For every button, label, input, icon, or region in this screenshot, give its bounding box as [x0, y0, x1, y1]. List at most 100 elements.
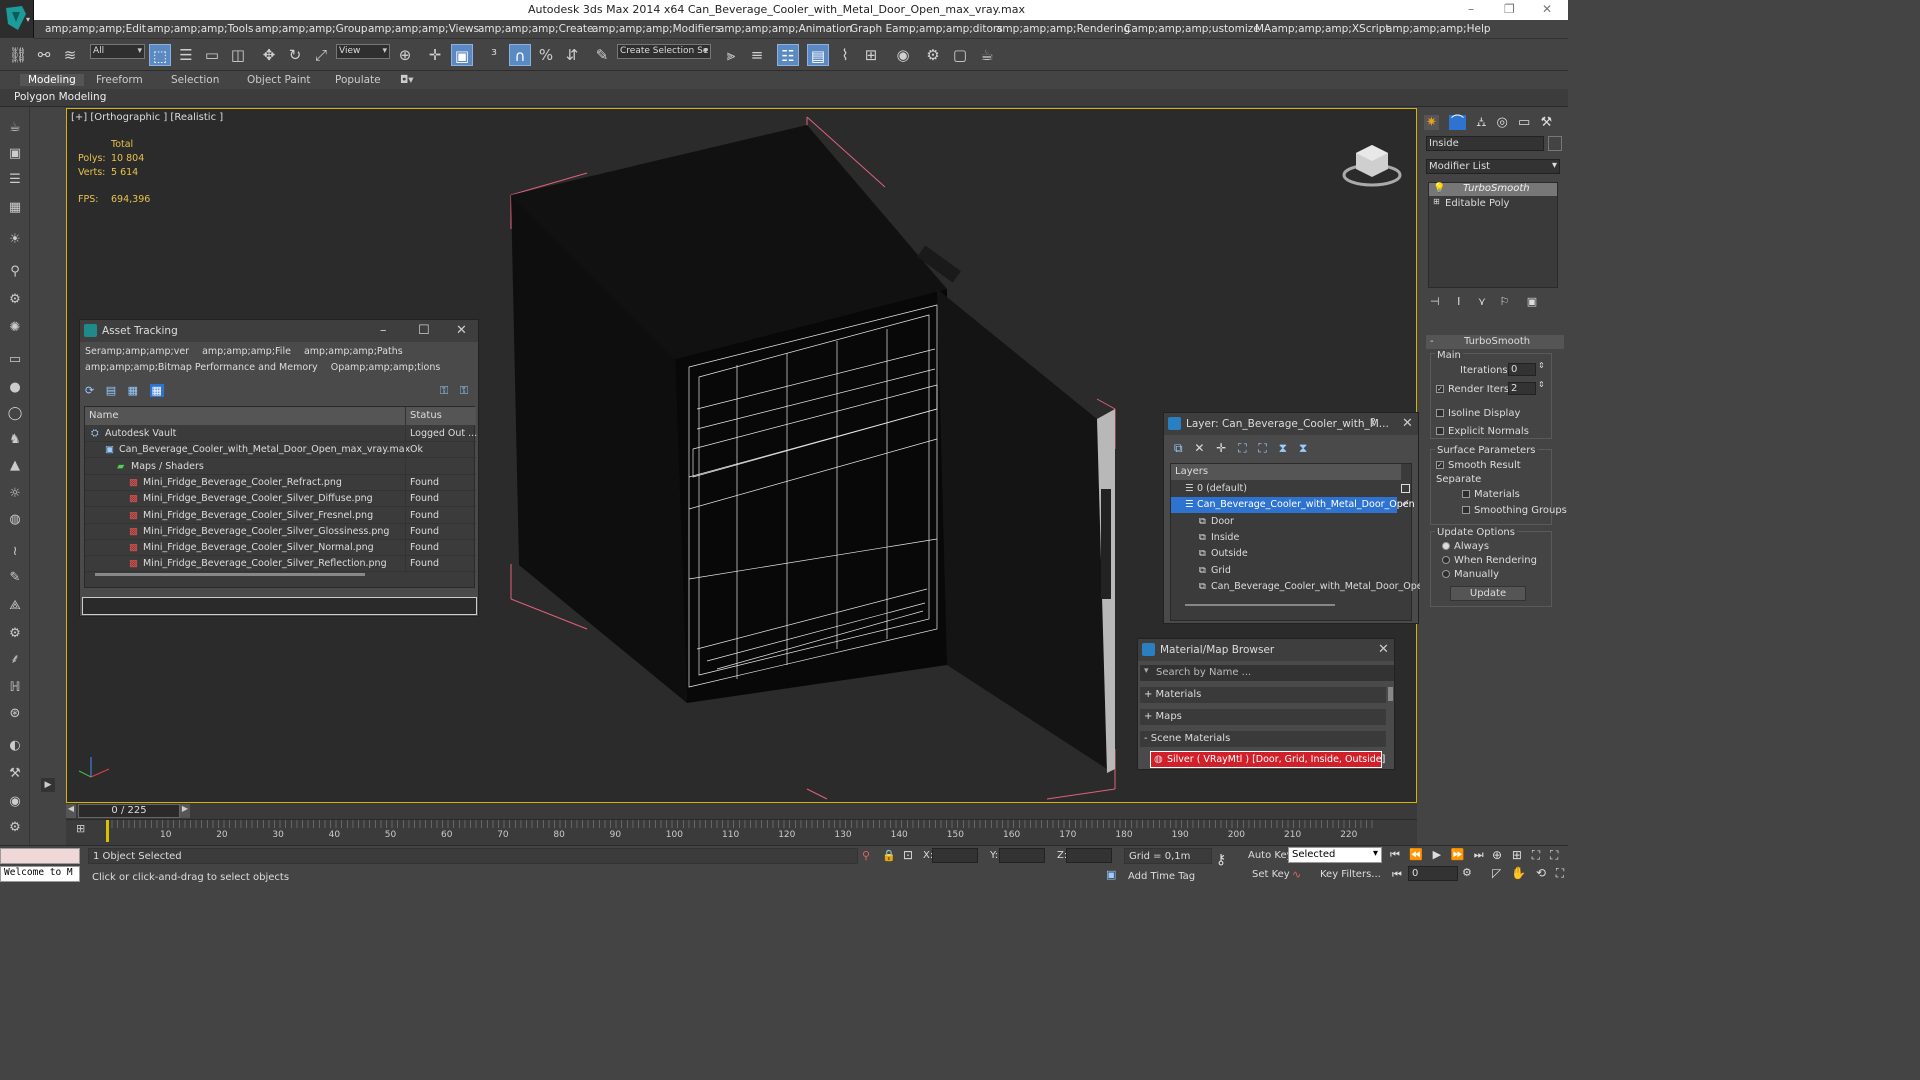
vault-login-icon[interactable]: ⚿	[440, 384, 448, 397]
rotate-icon[interactable]: ↻	[284, 44, 306, 66]
col-name[interactable]: Name	[89, 410, 119, 421]
material-editor-icon[interactable]: ◉	[892, 44, 914, 66]
grid-icon[interactable]: ▦	[6, 199, 24, 217]
add-time-tag[interactable]: Add Time Tag	[1128, 871, 1195, 882]
mirror-icon[interactable]: ⫸	[720, 44, 742, 66]
time-tag-icon[interactable]: ▣	[1106, 868, 1116, 881]
asset-tracking-header[interactable]: Asset Tracking – ☐ ✕	[80, 320, 478, 342]
show-end-result-icon[interactable]: Ⅰ	[1457, 295, 1460, 308]
utilities-tab-icon[interactable]: ⚒	[1540, 115, 1552, 130]
maximize-viewport-icon[interactable]: ⛶	[1556, 866, 1564, 880]
hf-icon[interactable]: ℍ	[6, 679, 24, 697]
edit-named-selection-icon[interactable]: ✎	[591, 44, 613, 66]
selection-filter-dropdown[interactable]: All	[90, 44, 145, 59]
settings-icon[interactable]: ⚙	[6, 819, 24, 837]
auto-key-button[interactable]: Auto Key	[1248, 850, 1293, 861]
search-options-icon[interactable]: ▾	[1144, 666, 1149, 676]
stack-item-turbosmooth[interactable]: 💡 TurboSmooth	[1429, 183, 1557, 196]
sun-icon[interactable]: ☼	[6, 485, 24, 503]
layer-scrollbar[interactable]	[1185, 604, 1335, 606]
smoothing-groups-checkbox[interactable]	[1462, 506, 1470, 514]
add-to-layer-icon[interactable]: ✛	[1216, 441, 1226, 455]
play-icon[interactable]: ▶	[1433, 848, 1441, 861]
zoom-all-icon[interactable]: ⊞	[1512, 848, 1522, 862]
cone-icon[interactable]: ▲	[6, 457, 24, 475]
prev-key-icon[interactable]: ⏪	[1409, 848, 1423, 861]
viewcube-icon[interactable]	[1342, 139, 1402, 189]
new-layer-icon[interactable]: ⧉	[1174, 441, 1183, 455]
torus-icon[interactable]: ◯	[6, 405, 24, 423]
bind-space-warp-icon[interactable]: ≋	[59, 44, 81, 66]
select-manipulate-icon[interactable]: ✛	[424, 44, 446, 66]
rectangular-selection-icon[interactable]: ▭	[201, 44, 223, 66]
table-row[interactable]: ▩ Mini_Fridge_Beverage_Cooler_Silver_Fres…	[85, 507, 476, 524]
schematic-view-icon[interactable]: ⊞	[860, 44, 882, 66]
close-icon[interactable]: ✕	[1402, 416, 1413, 431]
go-to-start-icon[interactable]: ⏮	[1390, 848, 1400, 861]
maximize-icon[interactable]: ☐	[418, 323, 430, 338]
minimize-icon[interactable]: –	[1468, 2, 1474, 16]
object-name-field[interactable]: Inside	[1426, 136, 1544, 151]
render-setup-icon[interactable]: ⚙	[922, 44, 944, 66]
ribbon-options-icon[interactable]: ◘▾	[400, 74, 414, 86]
layer-row[interactable]: ☰ Can_Beverage_Cooler_with_Metal_Door_Ope…	[1171, 497, 1415, 514]
table-view-icon[interactable]: ▦	[128, 384, 138, 397]
motion-tab-icon[interactable]: ◎	[1497, 115, 1508, 130]
layer-row[interactable]: ⧉ Door	[1171, 514, 1397, 530]
globe-icon[interactable]: ◐	[6, 737, 24, 755]
layer-row[interactable]: ⧉ Grid	[1171, 563, 1397, 579]
select-by-name-icon[interactable]: ☰	[175, 44, 197, 66]
window-crossing-icon[interactable]: ◫	[227, 44, 249, 66]
table-row[interactable]: ▰ Maps / Shaders	[85, 458, 476, 475]
polygon-modeling-bar[interactable]: Polygon Modeling	[0, 89, 1568, 107]
close-icon[interactable]: ✕	[1378, 642, 1389, 657]
tab-populate[interactable]: Populate	[335, 74, 381, 86]
maps-section-label[interactable]: + Maps	[1144, 711, 1182, 722]
layers-header[interactable]: Layers	[1175, 466, 1208, 477]
menu-maxscript[interactable]: MAamp;amp;amp;XScript	[1255, 23, 1390, 35]
menu-tools[interactable]: amp;amp;amp;Tools	[147, 23, 253, 35]
camera-icon[interactable]: ⚲	[6, 263, 24, 281]
zoom-extents-all-icon[interactable]: ⛶	[1550, 848, 1558, 862]
x-coordinate-field[interactable]	[932, 848, 978, 863]
app-logo-button[interactable]: ▾	[0, 0, 34, 38]
scene-explorer-icon[interactable]: ☰	[6, 171, 24, 189]
create-tab-icon[interactable]: ✷	[1424, 115, 1439, 130]
expand-icon[interactable]: ⊞	[1433, 197, 1440, 206]
menu-paths[interactable]: amp;amp;amp;Paths	[304, 346, 403, 357]
biped-icon[interactable]: ♞	[6, 431, 24, 449]
make-unique-icon[interactable]: ⋎	[1478, 295, 1486, 308]
bulb-icon[interactable]: 💡	[1433, 183, 1445, 194]
freeze-layers-icon[interactable]: ⧗	[1299, 441, 1307, 455]
explicit-normals-checkbox[interactable]	[1436, 427, 1444, 435]
hierarchy-tab-icon[interactable]: ⛼	[1476, 115, 1486, 130]
light-icon[interactable]: ☀	[6, 231, 24, 249]
menu-group[interactable]: amp;amp;amp;Group	[255, 23, 368, 35]
table-row[interactable]: ⛭ Autodesk Vault Logged Out ...	[85, 426, 477, 442]
hair-icon[interactable]: ≀	[6, 543, 24, 561]
current-frame-field[interactable]: 0	[1408, 866, 1458, 881]
layer-row[interactable]: ⧉ Can_Beverage_Cooler_with_Metal_Door_Ope…	[1171, 579, 1429, 595]
menu-modifiers[interactable]: amp;amp;amp;Modifiers	[592, 23, 721, 35]
material-sphere-icon[interactable]: ◍	[6, 511, 24, 529]
grid-view-icon[interactable]: ▦	[149, 384, 164, 397]
list-view-icon[interactable]: ▤	[106, 384, 116, 397]
next-frame-icon[interactable]: ▶	[180, 804, 190, 818]
table-row[interactable]: ▩ Mini_Fridge_Beverage_Cooler_Refract.png…	[85, 474, 476, 491]
maxscript-listener-top[interactable]	[0, 848, 80, 864]
polygon-modeling-label[interactable]: Polygon Modeling	[14, 91, 106, 103]
update-button[interactable]: Update	[1450, 586, 1526, 601]
materials-checkbox[interactable]	[1462, 490, 1470, 498]
percent-snap-icon[interactable]: %	[535, 44, 557, 66]
time-slider[interactable]: ◀ 0 / 225 ▶	[66, 803, 1417, 819]
render-iters-checkbox[interactable]: ✓	[1436, 385, 1444, 393]
current-layer-box-icon[interactable]	[1401, 484, 1410, 493]
layer-row[interactable]: ⧉ Inside	[1171, 530, 1397, 546]
close-icon[interactable]: ✕	[456, 323, 467, 338]
menu-animation[interactable]: amp;amp;amp;Animation	[718, 23, 852, 35]
materials-section[interactable]: + Materials	[1140, 687, 1386, 703]
modify-tab-icon[interactable]: ⌒	[1449, 115, 1467, 130]
keyboard-shortcut-icon[interactable]: ▣	[451, 44, 473, 66]
physics-icon[interactable]: ⊛	[6, 705, 24, 723]
y-coordinate-field[interactable]	[999, 848, 1045, 863]
